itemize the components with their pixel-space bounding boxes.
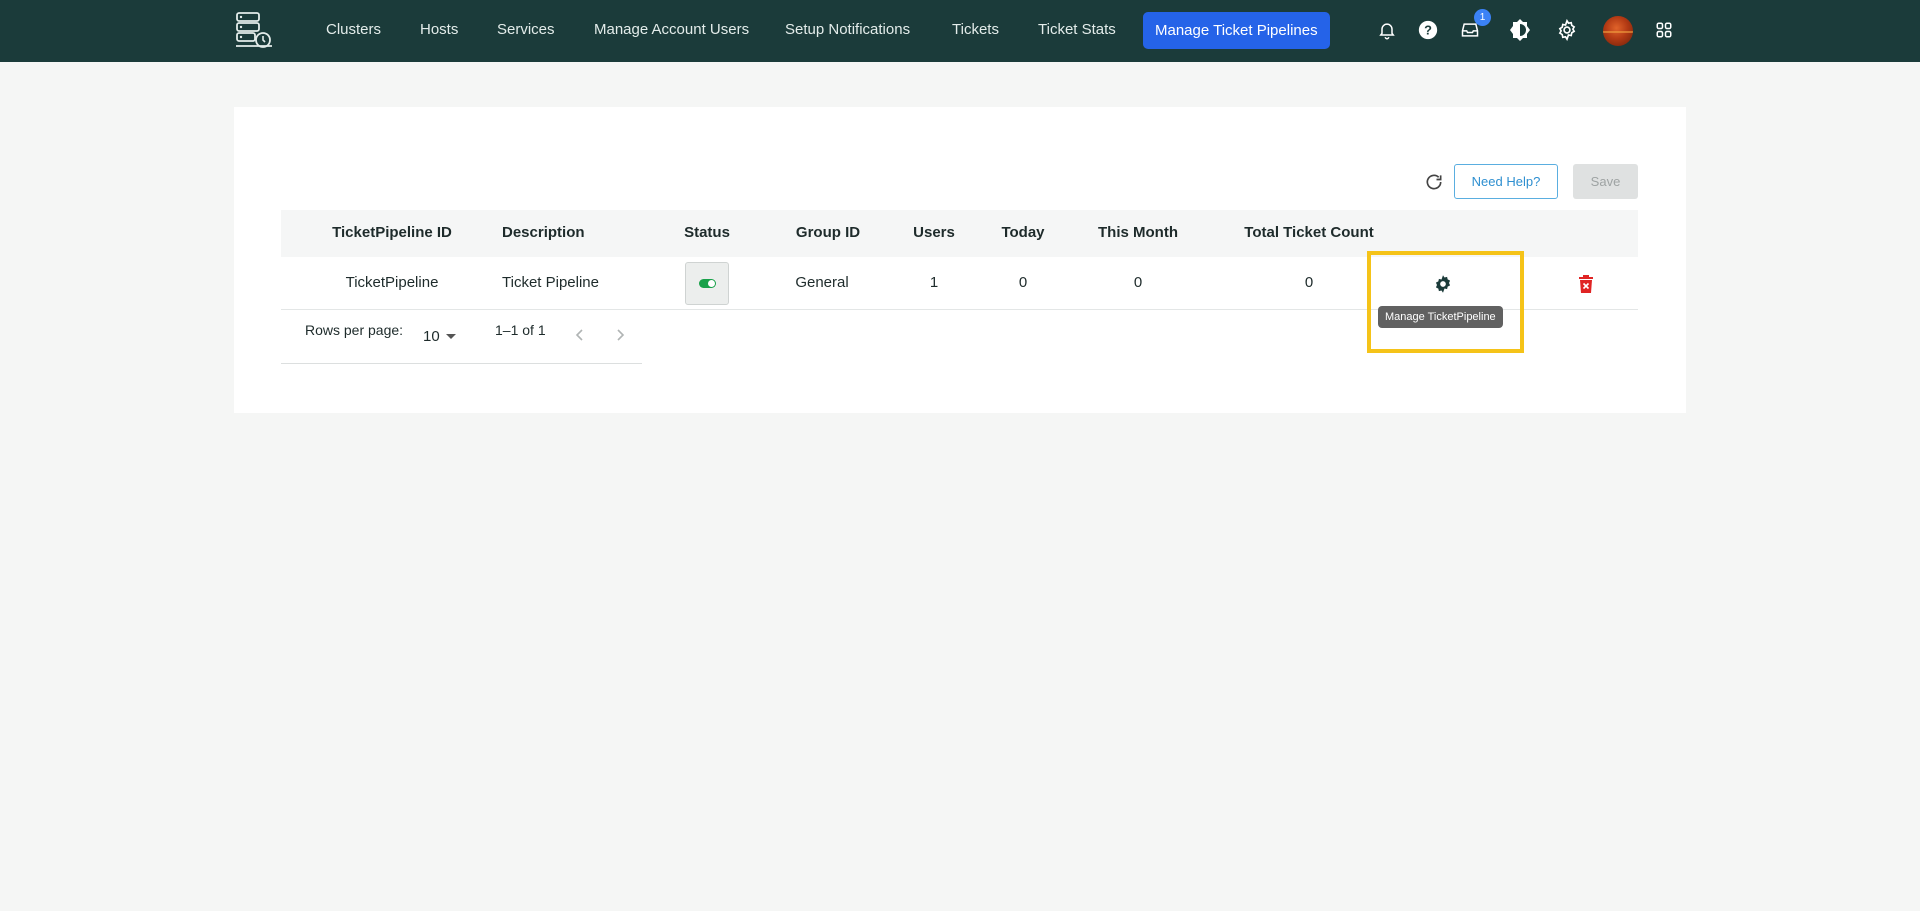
column-header-description[interactable]: Description [502,224,585,241]
manage-pipeline-gear-icon[interactable] [1432,273,1454,295]
save-button[interactable]: Save [1573,164,1638,199]
toggle-on-icon [698,279,716,288]
help-circle-icon[interactable]: ? [1415,17,1441,43]
manage-pipeline-tooltip: Manage TicketPipeline [1378,306,1503,328]
column-header-pipeline-id[interactable]: TicketPipeline ID [332,224,452,241]
nav-setup-notifications[interactable]: Setup Notifications [785,19,910,41]
column-header-total-ticket-count[interactable]: Total Ticket Count [1244,224,1373,241]
column-header-group-id[interactable]: Group ID [796,224,860,241]
previous-page-icon[interactable] [571,326,589,344]
need-help-button[interactable]: Need Help? [1454,164,1558,199]
refresh-icon[interactable] [1423,171,1445,193]
caret-down-icon [445,333,456,339]
bell-icon[interactable] [1374,17,1400,43]
column-header-status[interactable]: Status [684,224,730,241]
delete-icon[interactable] [1576,274,1596,294]
apps-grid-icon[interactable] [1651,17,1677,43]
svg-text:?: ? [1424,23,1432,38]
pagination-divider [281,363,642,364]
inbox-badge: 1 [1474,9,1491,26]
nav-hosts[interactable]: Hosts [420,19,458,41]
nav-manage-ticket-pipelines[interactable]: Manage Ticket Pipelines [1143,12,1330,49]
rows-per-page-label: Rows per page: [305,322,404,338]
table-header [281,210,1638,257]
cell-this-month: 0 [1133,274,1143,291]
rows-per-page-select[interactable]: 10 [423,325,459,347]
rows-per-page-value: 10 [423,327,440,345]
top-navbar: Clusters Hosts Services Manage Account U… [0,0,1920,62]
cell-total-ticket-count: 0 [1304,274,1314,291]
logo-icon[interactable] [234,10,274,50]
column-header-today[interactable]: Today [1001,224,1044,241]
cell-group-id: General [795,274,849,291]
cell-pipeline-id: TicketPipeline [345,274,439,291]
settings-gear-icon[interactable] [1554,17,1580,43]
nav-manage-account-users[interactable]: Manage Account Users [594,19,749,41]
nav-tickets[interactable]: Tickets [952,19,999,41]
next-page-icon[interactable] [611,326,629,344]
nav-services[interactable]: Services [497,19,555,41]
cell-users: 1 [929,274,939,291]
nav-ticket-stats[interactable]: Ticket Stats [1038,19,1116,41]
cell-today: 0 [1018,274,1028,291]
status-toggle-button[interactable] [685,262,729,305]
column-header-users[interactable]: Users [913,224,955,241]
nav-clusters[interactable]: Clusters [326,19,381,41]
column-header-this-month[interactable]: This Month [1098,224,1178,241]
pagination-range: 1–1 of 1 [495,322,546,338]
cell-description: Ticket Pipeline [502,274,599,291]
avatar[interactable] [1603,16,1633,46]
theme-toggle-icon[interactable] [1507,17,1533,43]
